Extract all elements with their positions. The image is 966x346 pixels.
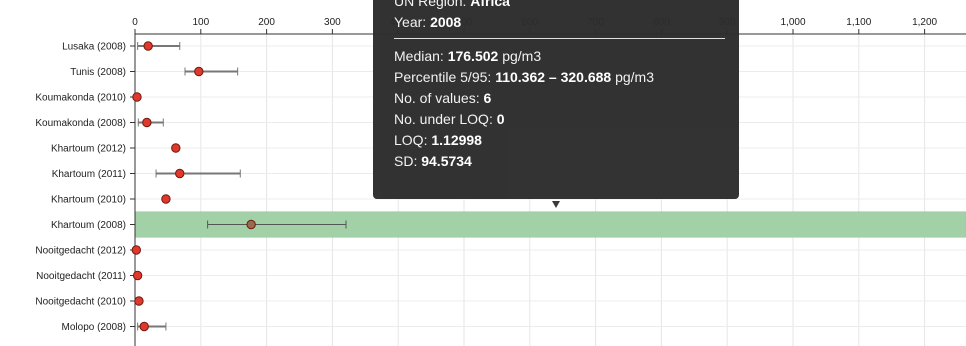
row-label: Koumakonda (2010) — [35, 93, 126, 104]
median-point[interactable] — [139, 321, 149, 332]
tooltip-median: Median: 176.502 pg/m3 — [394, 48, 542, 64]
tooltip-separator — [394, 38, 725, 39]
row-label: Tunis (2008) — [70, 67, 126, 78]
row-label: Molopo (2008) — [62, 322, 126, 333]
x-tick-label: 0 — [132, 17, 138, 28]
row-label: Khartoum (2011) — [52, 169, 126, 180]
row-label: Koumakonda (2008) — [35, 118, 126, 129]
row-label: Khartoum (2010) — [51, 195, 126, 206]
median-point[interactable] — [142, 117, 152, 128]
median-point[interactable] — [132, 92, 142, 102]
x-tick-label: 1,000 — [780, 17, 805, 28]
tooltip-sd: SD: 94.5734 — [394, 153, 472, 169]
row-label: Khartoum (2008) — [51, 220, 126, 231]
tooltip-loq-count: No. under LOQ: 0 — [394, 111, 505, 127]
x-tick-label: 1,200 — [912, 17, 937, 28]
row-label: Nooitgedacht (2010) — [35, 297, 126, 308]
median-point[interactable] — [175, 168, 185, 179]
median-point[interactable] — [132, 270, 143, 281]
rows-layer: Lusaka (2008) Tunis (2008) Koumakonda (201… — [35, 41, 347, 333]
row-label: Khartoum (2012) — [51, 144, 126, 155]
x-tick-label: 100 — [192, 17, 209, 28]
data-tooltip: UN Region: Africa Year: 2008 Median: 176… — [373, 0, 739, 199]
median-point[interactable] — [134, 296, 144, 306]
median-point[interactable] — [194, 66, 204, 77]
median-point[interactable] — [246, 219, 256, 230]
median-point[interactable] — [143, 41, 153, 51]
median-point[interactable] — [161, 194, 171, 204]
tooltip-pointer-icon — [552, 201, 560, 208]
x-tick-label: 1,100 — [846, 17, 871, 28]
tooltip-percentile: Percentile 5/95: 110.362 – 320.688 pg/m3 — [394, 69, 655, 85]
median-point[interactable] — [131, 245, 142, 255]
tooltip-loq: LOQ: 1.12998 — [394, 132, 482, 148]
median-point[interactable] — [171, 143, 181, 153]
tooltip-region: UN Region: Africa — [394, 0, 510, 9]
row-label: Nooitgedacht (2012) — [35, 246, 126, 257]
tooltip-year: Year: 2008 — [394, 14, 462, 30]
x-tick-label: 200 — [258, 17, 275, 28]
x-tick-label: 300 — [324, 17, 341, 28]
row-label: Lusaka (2008) — [62, 42, 126, 53]
tooltip-count: No. of values: 6 — [394, 90, 492, 106]
row-label: Nooitgedacht (2011) — [36, 271, 126, 282]
